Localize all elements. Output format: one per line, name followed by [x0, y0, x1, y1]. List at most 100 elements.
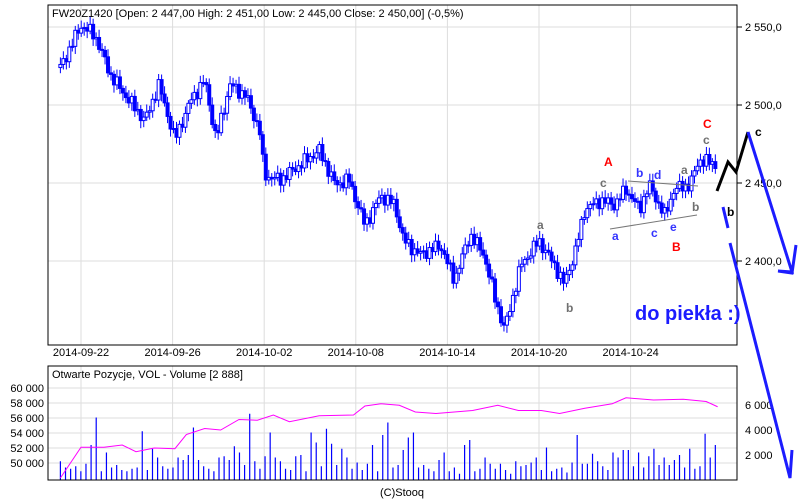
- left-tick-label: 54 000: [10, 428, 44, 440]
- wave-label: b: [636, 166, 643, 180]
- right-tick-label: 2 000: [745, 450, 773, 462]
- wave-label: c: [600, 176, 607, 190]
- price-bar-body: [394, 198, 399, 218]
- wave-annotations: abcAabcdeBabcCcb: [537, 117, 762, 315]
- price-bar-body: [624, 185, 629, 195]
- price-bar-body: [219, 112, 224, 134]
- price-bar-body: [356, 201, 361, 209]
- price-bar-body: [144, 111, 149, 118]
- price-frame: [47, 4, 738, 346]
- wave-label: A: [604, 155, 613, 169]
- price-bar-body: [347, 173, 352, 183]
- price-bar-body: [564, 274, 569, 284]
- x-tick-label: 2014-09-22: [53, 347, 109, 359]
- price-bar-body: [91, 23, 96, 40]
- price-bar-body: [213, 123, 218, 132]
- price-bar-body: [460, 253, 465, 269]
- wave-label: e: [670, 220, 677, 234]
- x-tick-label: 2014-10-02: [236, 347, 292, 359]
- forecast-label: do piekła :): [635, 303, 741, 325]
- price-bar-body: [516, 266, 521, 292]
- price-bar-body: [442, 250, 447, 255]
- price-bar-body: [513, 290, 518, 296]
- wave-label: d: [654, 168, 661, 182]
- price-bar-body: [674, 187, 679, 194]
- wave-label: b: [727, 205, 734, 219]
- price-bar-body: [549, 251, 554, 262]
- wave-label: a: [537, 218, 544, 232]
- wave-label: a: [612, 229, 619, 243]
- x-tick-label: 2014-10-20: [511, 347, 567, 359]
- price-bar-body: [454, 272, 459, 284]
- price-bar-body: [668, 198, 673, 212]
- price-bar-body: [496, 301, 501, 308]
- wave-label: c: [651, 226, 658, 240]
- price-bar-body: [507, 311, 512, 317]
- x-tick-label: 2014-10-08: [328, 347, 384, 359]
- price-bar-body: [141, 116, 146, 122]
- price-title: FW20Z1420 [Open: 2 447,00 High: 2 451,00…: [52, 8, 464, 20]
- price-bar-body: [248, 95, 253, 109]
- price-bar-body: [376, 197, 381, 204]
- price-bar-body: [186, 102, 191, 114]
- price-bar-body: [481, 249, 486, 256]
- footer-credit: (C)Stooq: [380, 487, 424, 499]
- price-bar-body: [120, 87, 125, 94]
- volume-title: Otwarte Pozycje, VOL - Volume [2 888]: [52, 369, 243, 381]
- price-bar-body: [117, 76, 122, 89]
- wave-label: c: [755, 125, 762, 139]
- price-bar-body: [183, 112, 188, 128]
- y-tick-label: 2 500,0: [745, 100, 782, 112]
- x-tick-label: 2014-10-24: [602, 347, 658, 359]
- price-bar-body: [653, 190, 658, 203]
- wave-label: C: [703, 117, 712, 131]
- wave-label: c: [703, 133, 710, 147]
- price-bar-body: [579, 218, 584, 240]
- price-bar-body: [570, 264, 575, 271]
- price-bar-body: [573, 245, 578, 266]
- price-bar-body: [713, 161, 718, 169]
- price-bar-body: [576, 238, 581, 247]
- price-bar-body: [400, 227, 405, 234]
- y-tick-label: 2 550,0: [745, 22, 782, 34]
- price-bar-body: [695, 165, 700, 172]
- price-bar-body: [103, 49, 108, 58]
- price-bar-body: [198, 82, 203, 100]
- forecast-down-path: [746, 131, 798, 275]
- price-bar-body: [123, 92, 128, 99]
- wave-label: B: [672, 240, 681, 254]
- price-bar-body: [350, 181, 355, 187]
- left-tick-label: 56 000: [10, 413, 44, 425]
- price-bar-body: [436, 240, 441, 250]
- price-bar-body: [353, 185, 358, 203]
- forecast-up-path: [715, 131, 750, 192]
- stock-chart: FW20Z1420 [Open: 2 447,00 High: 2 451,00…: [10, 4, 798, 499]
- price-bar-body: [332, 171, 337, 182]
- right-tick-label: 4 000: [745, 425, 773, 437]
- price-bar-body: [609, 197, 614, 205]
- price-bar-body: [210, 104, 215, 125]
- wave-label: b: [692, 200, 699, 214]
- price-bar-body: [189, 99, 194, 104]
- price-bar-body: [487, 263, 492, 278]
- price-bar-body: [162, 93, 167, 104]
- price-bar-body: [484, 254, 489, 265]
- grid: [48, 5, 737, 480]
- price-bar-body: [106, 56, 111, 74]
- price-bar-body: [629, 194, 634, 200]
- price-bar-body: [225, 95, 230, 114]
- price-bar-body: [257, 120, 262, 136]
- price-bar-body: [445, 253, 450, 265]
- x-tick-label: 2014-09-26: [144, 347, 200, 359]
- price-bar-body: [397, 216, 402, 229]
- price-bar-body: [207, 84, 212, 106]
- price-bar-body: [67, 46, 72, 63]
- price-bar-body: [567, 269, 572, 276]
- price-bar-body: [457, 267, 462, 274]
- price-bar-body: [585, 208, 590, 219]
- left-tick-label: 52 000: [10, 443, 44, 455]
- price-bar-body: [263, 153, 268, 181]
- price-bar-body: [493, 278, 498, 303]
- price-bar-body: [132, 95, 137, 112]
- x-tick-label: 2014-10-14: [419, 347, 475, 359]
